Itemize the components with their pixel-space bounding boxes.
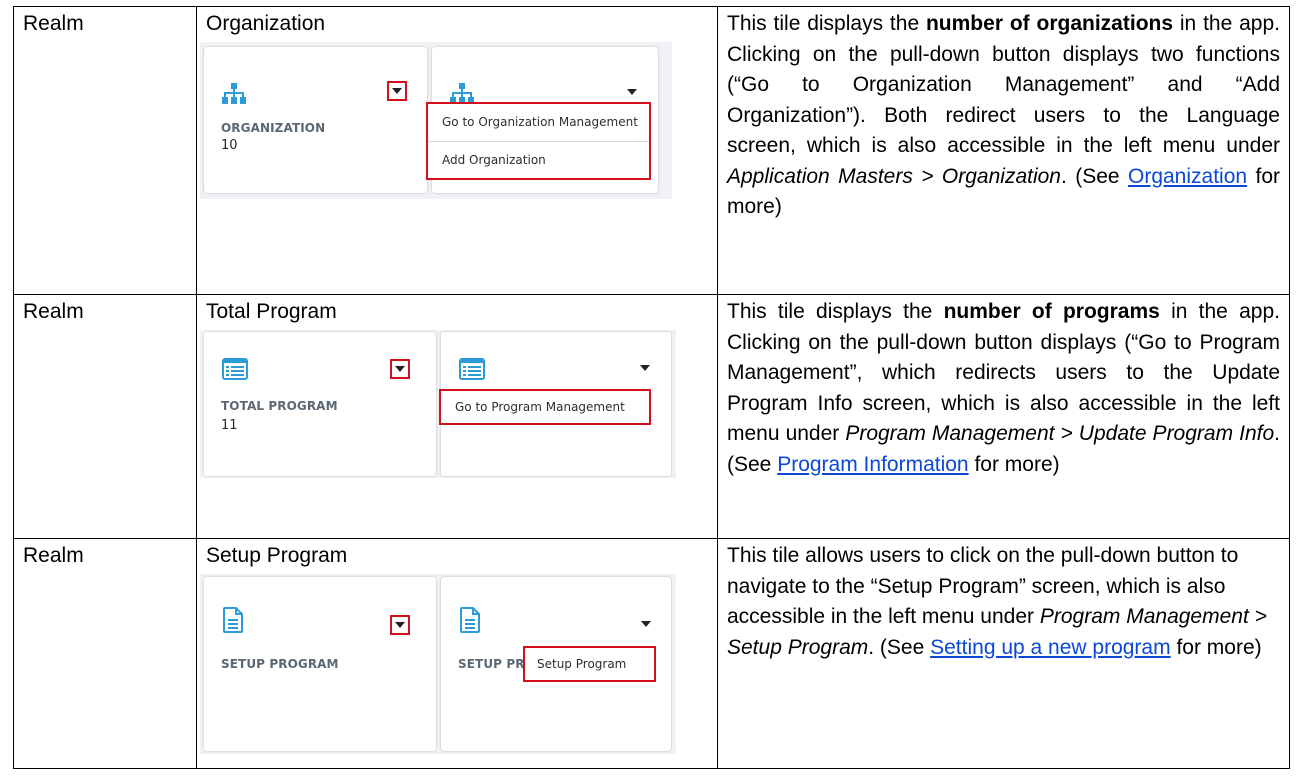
desc-menu-path: Application Masters > Organization (727, 164, 1061, 188)
tile-title: Total Program (206, 300, 337, 323)
desc-text: for more) (1170, 635, 1262, 659)
organization-tile: ORGANIZATION 10 (204, 47, 427, 193)
desc-bold: number of organizations (925, 12, 1174, 35)
setup-program-tile: SETUP PROGRAM (204, 577, 436, 751)
desc-text: . (See (1060, 164, 1128, 188)
tile-screenshot: SETUP PROGRAM SETUP PR Setup Program (200, 574, 676, 754)
tile-title: Organization (206, 12, 326, 35)
desc-menu-path: Program Management > Update Program Info (845, 422, 1275, 445)
desc-text: for more) (968, 452, 1060, 476)
dropdown-toggle-button[interactable] (390, 615, 410, 635)
table-row: Realm Organization ORGANIZATION 10 Go to… (13, 6, 1290, 295)
menu-item-setup-program[interactable]: Setup Program (525, 648, 654, 680)
chevron-down-icon[interactable] (640, 365, 650, 371)
dropdown-toggle-button[interactable] (390, 359, 410, 379)
menu-item-go-to-program-management[interactable]: Go to Program Management (441, 391, 649, 423)
realm-label: Realm (23, 12, 84, 35)
tile-label-truncated: SETUP PR (458, 657, 525, 671)
dropdown-menu: Go to Organization Management Add Organi… (426, 102, 651, 180)
tile-screenshot: ORGANIZATION 10 Go to Organization Manag… (200, 42, 672, 199)
desc-bold: number of programs (943, 300, 1160, 323)
organization-link[interactable]: Organization (1128, 165, 1247, 188)
desc-text: This tile displays the (727, 300, 944, 323)
desc-text: . (See (868, 635, 931, 659)
chevron-down-icon[interactable] (641, 621, 651, 627)
total-program-tile: TOTAL PROGRAM 11 (204, 332, 436, 476)
dropdown-toggle-button[interactable] (387, 81, 407, 101)
description: This tile displays the number of program… (718, 295, 1289, 480)
tile-count: 10 (221, 138, 238, 153)
menu-item-add-organization[interactable]: Add Organization (428, 142, 649, 178)
program-information-link[interactable]: Program Information (777, 453, 968, 476)
tile-label: ORGANIZATION (221, 121, 326, 135)
tile-label: SETUP PROGRAM (221, 657, 339, 671)
tile-count: 11 (221, 418, 238, 433)
desc-text: This tile displays the (727, 12, 926, 35)
document-icon (223, 607, 243, 633)
tile-screenshot: TOTAL PROGRAM 11 Go to Program Managemen… (200, 330, 676, 478)
chevron-down-icon[interactable] (627, 89, 637, 95)
description: This tile displays the number of organiz… (718, 7, 1289, 223)
guide-table: Realm Organization ORGANIZATION 10 Go to… (13, 6, 1290, 769)
realm-label: Realm (23, 544, 84, 567)
menu-item-go-to-organization-management[interactable]: Go to Organization Management (428, 104, 649, 141)
tile-title: Setup Program (206, 544, 348, 567)
setting-up-new-program-link[interactable]: Setting up a new program (930, 636, 1170, 659)
org-chart-icon (222, 83, 246, 104)
document-icon (460, 607, 480, 633)
description: This tile allows users to click on the p… (718, 539, 1289, 663)
table-row: Realm Total Program TOTAL PROGRAM 11 Go … (13, 294, 1290, 539)
tile-label: TOTAL PROGRAM (221, 399, 338, 413)
dropdown-menu: Go to Program Management (439, 389, 651, 425)
dropdown-menu: Setup Program (523, 646, 656, 682)
realm-label: Realm (23, 300, 84, 323)
list-icon (459, 358, 485, 380)
table-row: Realm Setup Program SETUP PROGRAM SETUP … (13, 538, 1290, 769)
list-icon (222, 358, 248, 380)
